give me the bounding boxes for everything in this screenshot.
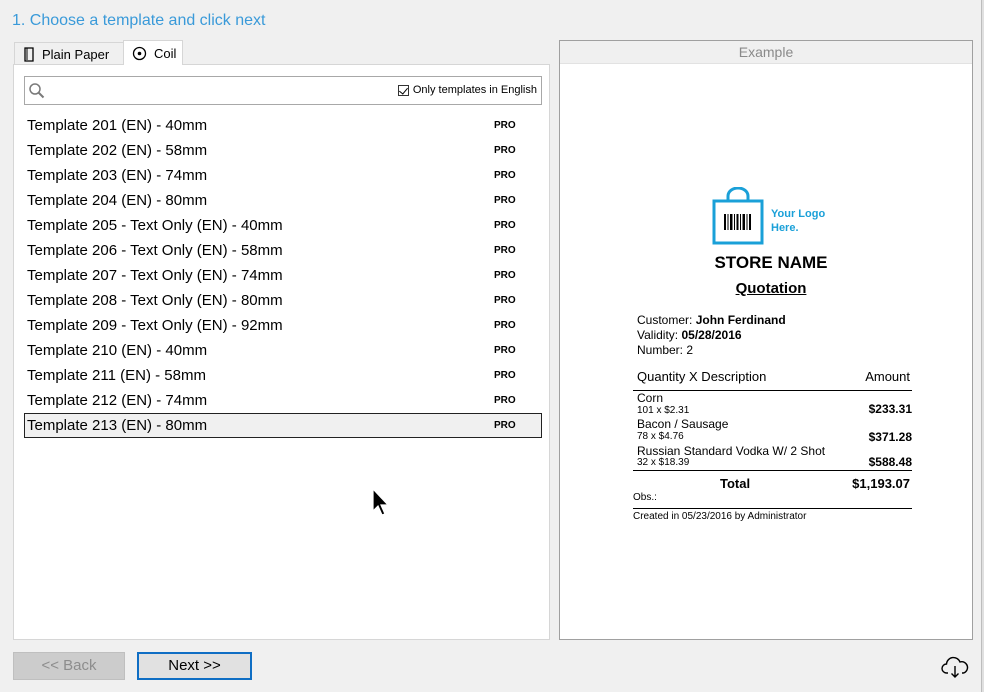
obs-label: Obs.:: [633, 492, 657, 503]
items-header: Quantity X Description Amount: [637, 369, 910, 384]
next-button[interactable]: Next >>: [137, 652, 252, 680]
only-english-checkbox[interactable]: Only templates in English: [397, 84, 537, 96]
pro-badge: PRO: [494, 220, 516, 231]
template-name: Template 201 (EN) - 40mm: [27, 117, 208, 134]
divider: [633, 390, 912, 391]
item-qty: 101 x $2.31: [637, 405, 690, 416]
receipt-preview: Your Logo Here. STORE NAME Quotation Cus…: [560, 41, 974, 641]
template-name: Template 206 - Text Only (EN) - 58mm: [27, 242, 283, 259]
pro-badge: PRO: [494, 320, 516, 331]
mouse-cursor-icon: [371, 487, 391, 523]
template-row[interactable]: Template 201 (EN) - 40mm PRO: [24, 113, 542, 138]
item-qty: 32 x $18.39: [637, 457, 690, 468]
pro-badge: PRO: [494, 120, 516, 131]
total-value: $1,193.07: [852, 476, 910, 491]
item-name: Corn: [637, 391, 664, 405]
template-name: Template 203 (EN) - 74mm: [27, 167, 208, 184]
template-list-panel: Only templates in English Template 201 (…: [13, 64, 550, 640]
document-type: Quotation: [735, 280, 807, 297]
cloud-download-icon[interactable]: [941, 656, 969, 685]
item-qty: 78 x $4.76: [637, 431, 684, 442]
pro-badge: PRO: [494, 270, 516, 281]
tab-coil[interactable]: Coil: [123, 40, 183, 65]
template-row[interactable]: Template 213 (EN) - 80mm PRO: [24, 413, 542, 438]
tab-coil-label: Coil: [154, 45, 177, 61]
template-row[interactable]: Template 209 - Text Only (EN) - 92mm PRO: [24, 313, 542, 338]
item-amount: $588.48: [868, 455, 912, 469]
tab-plain-paper[interactable]: Plain Paper: [14, 42, 124, 65]
template-row[interactable]: Template 206 - Text Only (EN) - 58mm PRO: [24, 238, 542, 263]
example-panel: Example Your Logo Here. STORE NAME Quota…: [559, 40, 973, 640]
template-name: Template 213 (EN) - 80mm: [27, 417, 208, 434]
pro-badge: PRO: [494, 295, 516, 306]
template-name: Template 210 (EN) - 40mm: [27, 342, 208, 359]
pro-badge: PRO: [494, 370, 516, 381]
back-button[interactable]: << Back: [13, 652, 125, 680]
divider: [633, 470, 912, 471]
item-name: Russian Standard Vodka W/ 2 Shot: [637, 444, 826, 458]
shopping-bag-barcode-icon: [712, 186, 764, 250]
template-name: Template 212 (EN) - 74mm: [27, 392, 208, 409]
customer-line: Customer: John Ferdinand: [637, 313, 786, 327]
template-name: Template 207 - Text Only (EN) - 74mm: [27, 267, 283, 284]
pro-badge: PRO: [494, 145, 516, 156]
search-icon: [28, 82, 46, 105]
checkbox-checked-icon[interactable]: [397, 84, 409, 96]
template-row[interactable]: Template 205 - Text Only (EN) - 40mm PRO: [24, 213, 542, 238]
divider: [633, 508, 912, 509]
total-label: Total: [720, 476, 751, 491]
template-name: Template 209 - Text Only (EN) - 92mm: [27, 317, 283, 334]
tab-plain-paper-label: Plain Paper: [42, 46, 110, 62]
template-row[interactable]: Template 212 (EN) - 74mm PRO: [24, 388, 542, 413]
validity-line: Validity: 05/28/2016: [637, 328, 742, 342]
template-name: Template 204 (EN) - 80mm: [27, 192, 208, 209]
pro-badge: PRO: [494, 170, 516, 181]
item-amount: $233.31: [868, 402, 912, 416]
template-row[interactable]: Template 207 - Text Only (EN) - 74mm PRO: [24, 263, 542, 288]
pro-badge: PRO: [494, 345, 516, 356]
template-row[interactable]: Template 210 (EN) - 40mm PRO: [24, 338, 542, 363]
template-list: Template 201 (EN) - 40mm PRO Template 202 …: [24, 113, 542, 438]
template-row[interactable]: Template 211 (EN) - 58mm PRO: [24, 363, 542, 388]
template-name: Template 205 - Text Only (EN) - 40mm: [27, 217, 283, 234]
number-line: Number: 2: [637, 343, 694, 357]
created-note: Created in 05/23/2016 by Administrator: [633, 511, 807, 522]
pro-badge: PRO: [494, 195, 516, 206]
only-english-label: Only templates in English: [412, 84, 537, 96]
template-row[interactable]: Template 202 (EN) - 58mm PRO: [24, 138, 542, 163]
item-name: Bacon / Sausage: [637, 417, 729, 431]
template-name: Template 208 - Text Only (EN) - 80mm: [27, 292, 283, 309]
page-icon: [23, 46, 35, 62]
template-row[interactable]: Template 204 (EN) - 80mm PRO: [24, 188, 542, 213]
item-amount: $371.28: [868, 430, 912, 444]
pro-badge: PRO: [494, 395, 516, 406]
step-title: 1. Choose a template and click next: [12, 12, 266, 29]
template-name: Template 202 (EN) - 58mm: [27, 142, 208, 159]
search-field[interactable]: Only templates in English: [24, 76, 542, 105]
pro-badge: PRO: [494, 245, 516, 256]
store-name: STORE NAME: [714, 253, 828, 272]
template-name: Template 211 (EN) - 58mm: [27, 367, 206, 384]
pro-badge: PRO: [494, 420, 516, 431]
template-row[interactable]: Template 203 (EN) - 74mm PRO: [24, 163, 542, 188]
coil-icon: [132, 46, 147, 61]
logo-placeholder-text: Your Logo Here.: [771, 208, 826, 234]
template-row[interactable]: Template 208 - Text Only (EN) - 80mm PRO: [24, 288, 542, 313]
